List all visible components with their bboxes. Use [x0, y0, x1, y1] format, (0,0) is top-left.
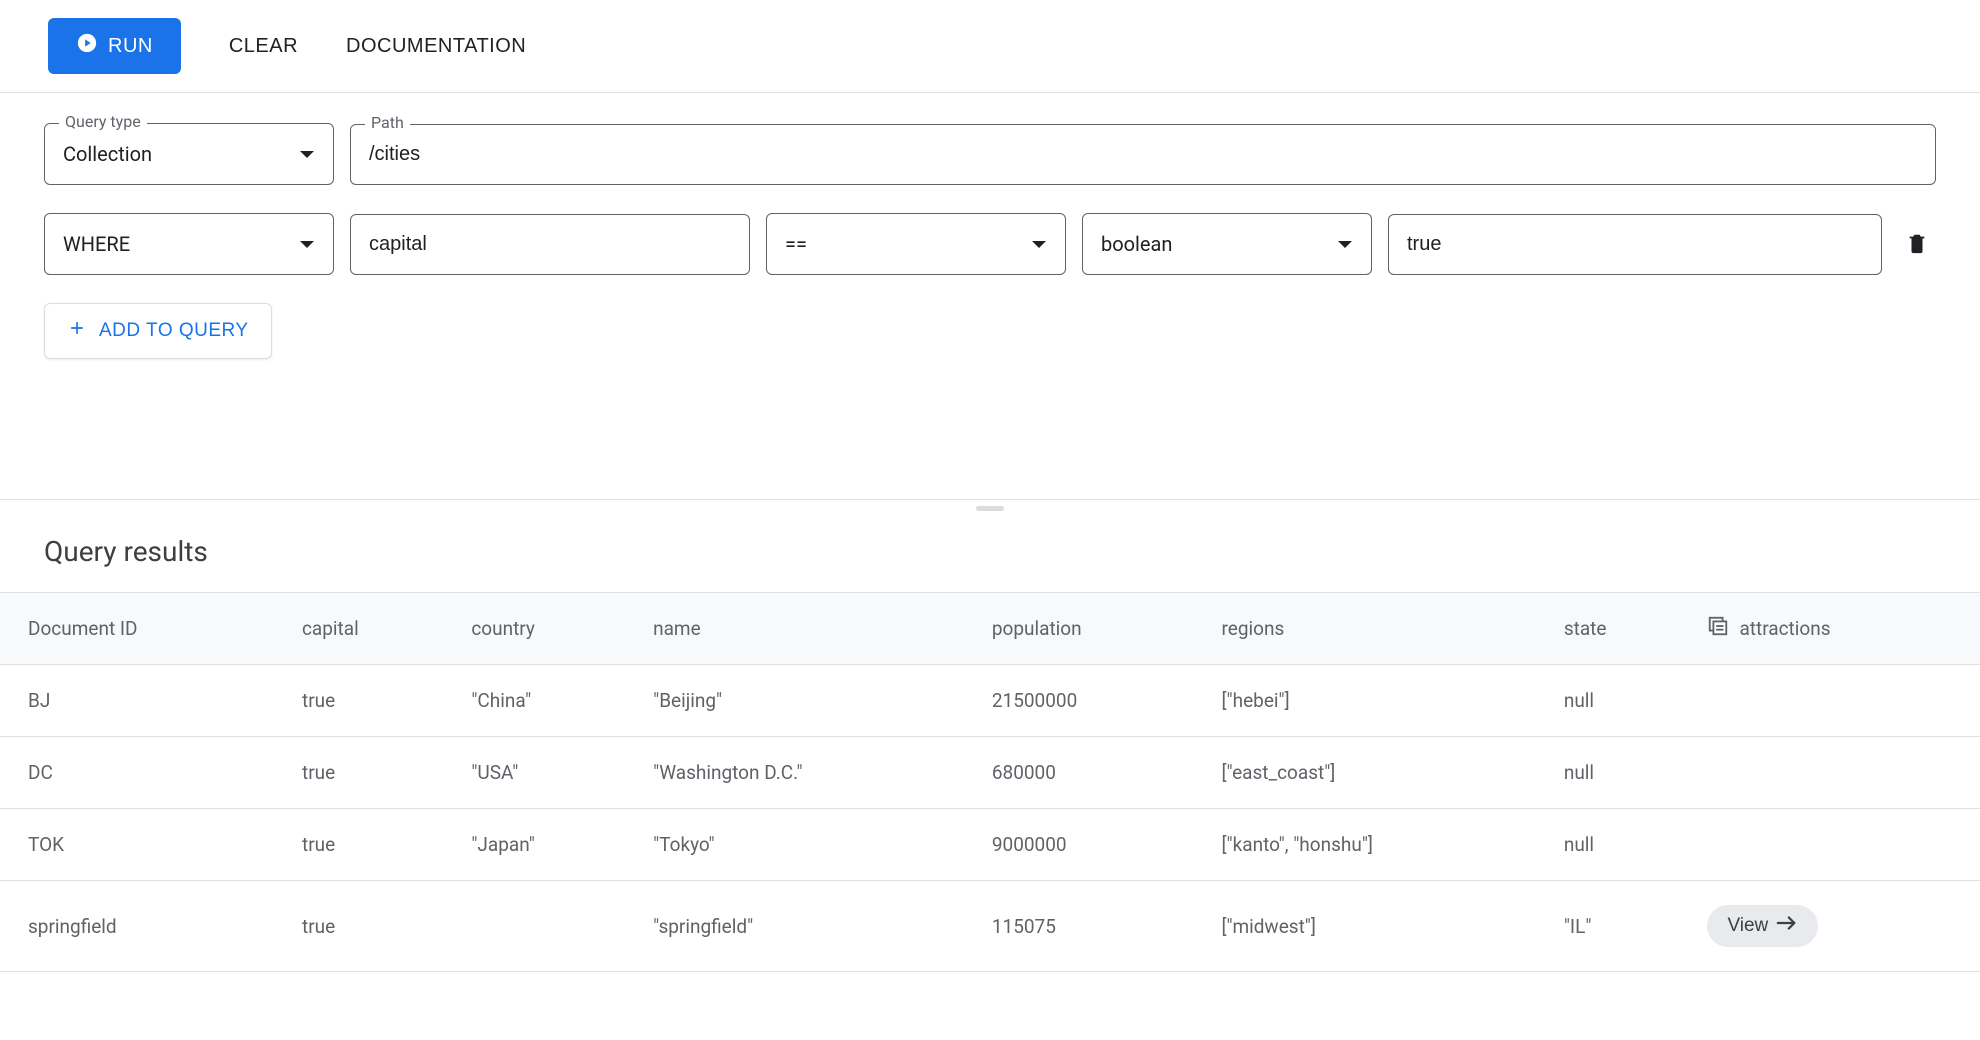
plus-icon — [67, 318, 87, 344]
path-label: Path — [365, 113, 410, 132]
col-attractions[interactable]: attractions — [1689, 593, 1980, 665]
table-cell: DC — [0, 737, 284, 809]
table-cell: TOK — [0, 809, 284, 881]
table-cell: BJ — [0, 665, 284, 737]
run-button[interactable]: RUN — [48, 18, 181, 74]
clause-type-select[interactable]: WHERE — [44, 213, 334, 275]
toolbar: RUN CLEAR DOCUMENTATION — [0, 0, 1980, 93]
table-cell-attractions: View — [1689, 881, 1980, 972]
clear-button[interactable]: CLEAR — [229, 35, 298, 58]
table-row[interactable]: BJtrue"China""Beijing"21500000["hebei"]n… — [0, 665, 1980, 737]
clause-operator-value: == — [785, 232, 1015, 256]
col-state[interactable]: state — [1546, 593, 1690, 665]
clause-operator-select[interactable]: == — [766, 213, 1066, 275]
table-header-row: Document ID capital country name populat… — [0, 593, 1980, 665]
play-circle-icon — [76, 32, 98, 60]
run-button-label: RUN — [108, 35, 153, 58]
clause-field-input-wrap[interactable] — [350, 214, 750, 275]
subcollection-icon — [1707, 615, 1729, 642]
query-type-label: Query type — [59, 112, 147, 131]
results-title: Query results — [0, 535, 1980, 592]
table-cell: "Tokyo" — [635, 809, 974, 881]
col-regions[interactable]: regions — [1204, 593, 1546, 665]
col-capital[interactable]: capital — [284, 593, 453, 665]
table-cell: true — [284, 881, 453, 972]
clause-valuetype-select[interactable]: boolean — [1082, 213, 1372, 275]
documentation-button[interactable]: DOCUMENTATION — [346, 35, 526, 58]
clause-value-input-wrap[interactable] — [1388, 214, 1882, 275]
table-cell: "Beijing" — [635, 665, 974, 737]
table-cell: null — [1546, 665, 1690, 737]
clause-field-input[interactable] — [369, 233, 731, 256]
view-subcollection-button[interactable]: View — [1707, 905, 1818, 947]
chevron-down-icon — [1337, 234, 1353, 255]
table-cell: "Washington D.C." — [635, 737, 974, 809]
table-row[interactable]: springfieldtrue "springfield"115075["midw… — [0, 881, 1980, 972]
query-builder: Query type Collection Path WHERE == — [0, 93, 1980, 500]
path-field[interactable]: Path — [350, 124, 1936, 185]
table-cell: "IL" — [1546, 881, 1690, 972]
trash-icon — [1906, 243, 1928, 258]
table-cell — [453, 881, 635, 972]
results-table: Document ID capital country name populat… — [0, 592, 1980, 972]
path-input[interactable] — [369, 143, 1917, 166]
col-attractions-label: attractions — [1739, 617, 1830, 640]
clause-type-value: WHERE — [63, 232, 283, 256]
table-cell: "China" — [453, 665, 635, 737]
table-cell-attractions — [1689, 737, 1980, 809]
col-document-id[interactable]: Document ID — [0, 593, 284, 665]
table-cell: null — [1546, 737, 1690, 809]
table-cell: true — [284, 737, 453, 809]
table-cell: 9000000 — [974, 809, 1204, 881]
table-row[interactable]: DCtrue"USA""Washington D.C."680000["east… — [0, 737, 1980, 809]
table-cell: ["east_coast"] — [1204, 737, 1546, 809]
view-label: View — [1727, 915, 1768, 937]
table-cell: "Japan" — [453, 809, 635, 881]
table-cell: "USA" — [453, 737, 635, 809]
table-cell-attractions — [1689, 665, 1980, 737]
chevron-down-icon — [299, 234, 315, 255]
delete-clause-button[interactable] — [1898, 223, 1936, 266]
clause-valuetype-value: boolean — [1101, 232, 1321, 256]
table-cell: 115075 — [974, 881, 1204, 972]
table-cell: 680000 — [974, 737, 1204, 809]
table-cell-attractions — [1689, 809, 1980, 881]
query-type-select[interactable]: Query type Collection — [44, 123, 334, 185]
chevron-down-icon — [1031, 234, 1047, 255]
add-to-query-label: ADD TO QUERY — [99, 320, 249, 342]
col-population[interactable]: population — [974, 593, 1204, 665]
table-row[interactable]: TOKtrue"Japan""Tokyo"9000000["kanto", "h… — [0, 809, 1980, 881]
add-to-query-button[interactable]: ADD TO QUERY — [44, 303, 272, 359]
chevron-down-icon — [299, 144, 315, 165]
table-cell: ["kanto", "honshu"] — [1204, 809, 1546, 881]
table-cell: true — [284, 809, 453, 881]
arrow-right-icon — [1776, 915, 1798, 937]
col-country[interactable]: country — [453, 593, 635, 665]
query-type-value: Collection — [63, 142, 283, 166]
table-cell: ["midwest"] — [1204, 881, 1546, 972]
table-cell: "springfield" — [635, 881, 974, 972]
table-cell: true — [284, 665, 453, 737]
table-cell: springfield — [0, 881, 284, 972]
col-name[interactable]: name — [635, 593, 974, 665]
clause-value-input[interactable] — [1407, 233, 1863, 256]
table-cell: ["hebei"] — [1204, 665, 1546, 737]
results-section: Query results Document ID capital countr… — [0, 511, 1980, 972]
table-cell: null — [1546, 809, 1690, 881]
table-cell: 21500000 — [974, 665, 1204, 737]
